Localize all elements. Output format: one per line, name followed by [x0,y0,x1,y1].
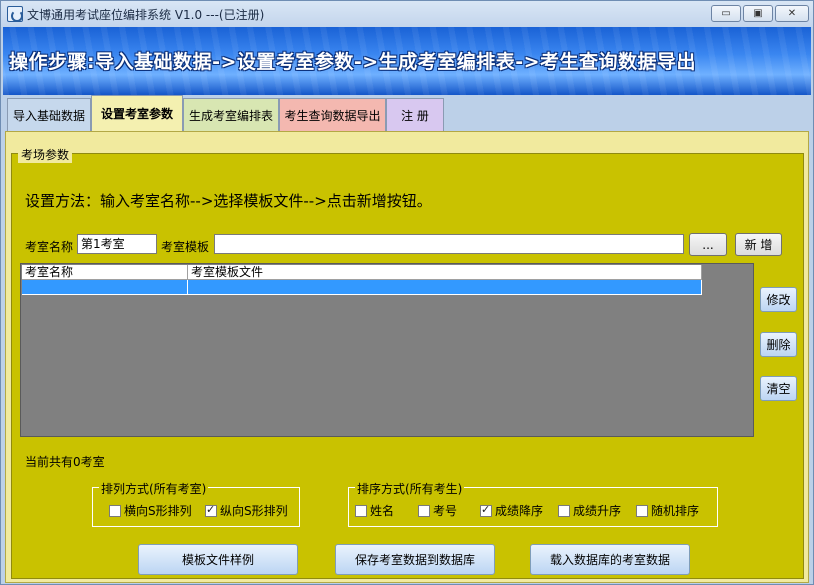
close-button[interactable]: ✕ [775,5,809,22]
grid-header: 考室名称 考室模板文件 [22,265,702,280]
room-name-label: 考室名称 [25,240,74,254]
sort-mode-title: 排序方式(所有考生) [355,480,465,497]
tab-strip: 导入基础数据 设置考室参数 生成考室编排表 考生查询数据导出 注 册 [3,95,811,131]
app-window: 文博通用考试座位编排系统 V1.0 ---(已注册) ▭ ▣ ✕ 操作步骤:导入… [0,0,814,585]
window-title: 文博通用考试座位编排系统 V1.0 ---(已注册) [27,8,265,22]
banner-text: 操作步骤:导入基础数据->设置考室参数->生成考室编排表->考生查询数据导出 [9,51,697,73]
sort-id-label: 考号 [433,504,458,518]
cell-room-name [22,280,188,294]
edit-button[interactable]: 修改 [760,287,797,312]
horizontal-s-checkbox[interactable] [109,504,121,517]
horizontal-s-option[interactable]: 横向S形排列 [109,502,192,519]
add-room-button[interactable]: 新 增 [735,233,782,256]
app-icon [7,6,23,22]
clear-button[interactable]: 清空 [760,376,797,401]
sort-name-option[interactable]: 姓名 [355,502,394,519]
sort-mode-group: 排序方式(所有考生) 姓名 考号 成绩降序 成绩升序 [348,480,718,527]
sort-random-label: 随机排序 [651,504,700,518]
load-from-database-button[interactable]: 载入数据库的考室数据 [530,544,690,575]
sort-score-asc-label: 成绩升序 [573,504,622,518]
delete-button[interactable]: 删除 [760,332,797,357]
browse-button[interactable]: ... [689,233,727,256]
template-path-input[interactable] [214,234,684,254]
group-title: 考场参数 [18,146,73,163]
room-count-text: 当前共有0考室 [25,455,105,469]
table-row[interactable] [22,280,702,295]
steps-banner: 操作步骤:导入基础数据->设置考室参数->生成考室编排表->考生查询数据导出 [3,27,811,95]
instruction-text: 设置方法：输入考室名称-->选择模板文件-->点击新增按钮。 [25,192,432,210]
title-bar: 文博通用考试座位编排系统 V1.0 ---(已注册) ▭ ▣ ✕ [1,1,813,27]
sort-score-asc-checkbox[interactable] [558,504,570,517]
tab-register[interactable]: 注 册 [386,98,444,131]
horizontal-s-label: 横向S形排列 [124,504,192,518]
maximize-button[interactable]: ▣ [743,5,773,22]
tab-page-room-settings: 考场参数 设置方法：输入考室名称-->选择模板文件-->点击新增按钮。 考室名称… [5,131,809,583]
arrange-mode-group: 排列方式(所有考室) 横向S形排列 纵向S形排列 [92,480,300,527]
vertical-s-label: 纵向S形排列 [220,504,288,518]
tab-room-settings[interactable]: 设置考室参数 [91,95,183,131]
room-params-group: 考场参数 设置方法：输入考室名称-->选择模板文件-->点击新增按钮。 考室名称… [11,146,804,579]
room-grid[interactable]: 考室名称 考室模板文件 [20,263,754,437]
sort-id-option[interactable]: 考号 [418,502,457,519]
sort-score-asc-option[interactable]: 成绩升序 [558,502,621,519]
tab-generate-arrangement[interactable]: 生成考室编排表 [183,98,279,131]
tab-query-export[interactable]: 考生查询数据导出 [279,98,386,131]
vertical-s-checkbox[interactable] [205,503,217,517]
sort-random-checkbox[interactable] [636,504,648,517]
cell-template-file [188,280,702,294]
minimize-button[interactable]: ▭ [711,5,741,22]
sort-random-option[interactable]: 随机排序 [636,502,699,519]
sort-score-desc-checkbox[interactable] [480,503,492,517]
column-header-room-name[interactable]: 考室名称 [22,265,188,279]
save-to-database-button[interactable]: 保存考室数据到数据库 [335,544,495,575]
sort-score-desc-option[interactable]: 成绩降序 [480,502,543,519]
sort-id-checkbox[interactable] [418,504,430,517]
sort-name-label: 姓名 [370,504,395,518]
column-header-template-file[interactable]: 考室模板文件 [188,265,702,279]
tab-import-data[interactable]: 导入基础数据 [7,98,91,131]
arrange-mode-title: 排列方式(所有考室) [99,480,209,497]
vertical-s-option[interactable]: 纵向S形排列 [205,502,288,519]
template-label: 考室模板 [161,240,210,254]
sort-name-checkbox[interactable] [355,504,367,517]
room-name-input[interactable]: 第1考室 [77,234,157,254]
sort-score-desc-label: 成绩降序 [495,504,544,518]
template-sample-button[interactable]: 模板文件样例 [138,544,298,575]
